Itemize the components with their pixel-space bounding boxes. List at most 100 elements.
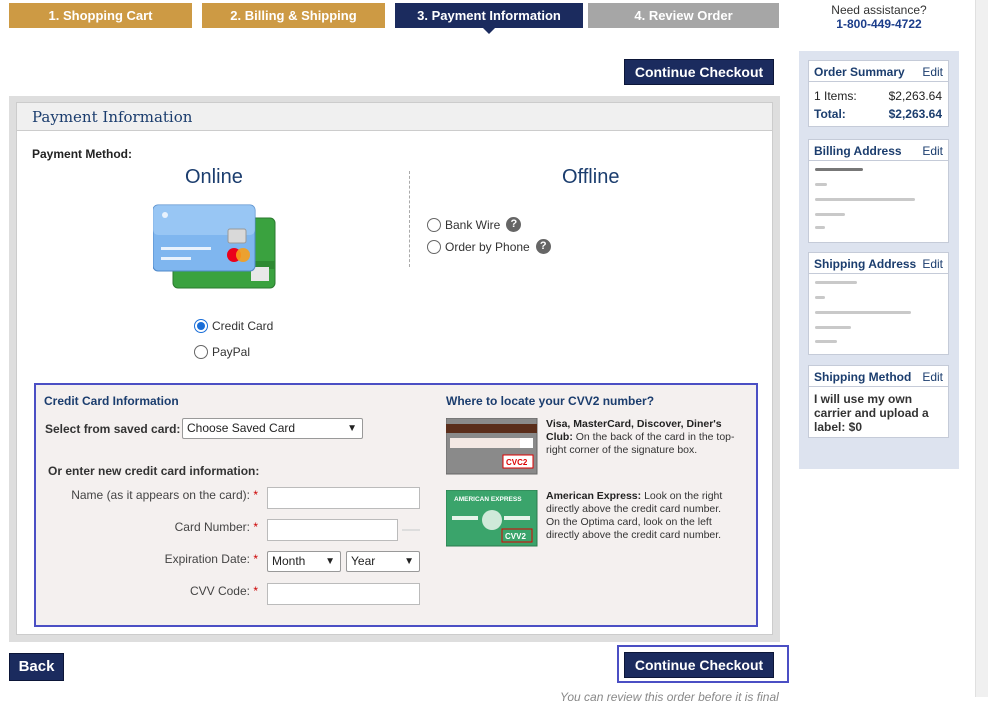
order-by-phone-label: Order by Phone <box>445 239 530 254</box>
month-value: Month <box>272 554 306 568</box>
credit-card-label: Credit Card <box>212 319 274 333</box>
shipping-address-box: Shipping Address Edit <box>808 252 949 355</box>
order-by-phone-option[interactable]: Order by Phone ? <box>427 239 551 254</box>
credit-card-info-title: Credit Card Information <box>44 394 179 408</box>
shipping-address-header: Shipping Address Edit <box>809 253 948 274</box>
shipping-method-text: I will use my own carrier and upload a l… <box>814 392 929 434</box>
active-step-arrow <box>483 28 495 34</box>
paypal-option[interactable]: PayPal <box>194 345 250 359</box>
total-label: Total: <box>814 107 846 121</box>
shipping-address-title: Shipping Address <box>814 257 917 271</box>
credit-cards-image <box>153 204 276 289</box>
payment-panel-inner: Payment Information Payment Method: Onli… <box>16 102 773 635</box>
redacted-text <box>815 311 911 314</box>
redacted-text <box>815 296 825 299</box>
assistance-info: Need assistance? 1-800-449-4722 <box>810 3 948 31</box>
items-label: 1 Items: <box>814 89 857 103</box>
column-divider <box>409 171 410 267</box>
billing-address-title: Billing Address <box>814 144 902 158</box>
billing-address-header: Billing Address Edit <box>809 140 948 161</box>
amex-card-image: AMERICAN EXPRESS CVV2 <box>446 490 538 547</box>
step-label: 1. Shopping Cart <box>48 8 153 23</box>
shipping-method-edit-link[interactable]: Edit <box>922 370 943 384</box>
panel-header: Payment Information <box>17 103 772 131</box>
redacted-text <box>815 281 857 284</box>
billing-address-edit-link[interactable]: Edit <box>922 144 943 158</box>
bank-wire-radio[interactable] <box>427 217 441 232</box>
redacted-text <box>815 198 915 201</box>
step-billing-shipping[interactable]: 2. Billing & Shipping <box>202 3 385 28</box>
help-icon[interactable]: ? <box>506 217 522 232</box>
step-label: 2. Billing & Shipping <box>230 8 357 23</box>
shipping-method-title: Shipping Method <box>814 370 912 384</box>
new-card-label: Or enter new credit card information: <box>48 464 260 478</box>
payment-panel: Payment Information Payment Method: Onli… <box>9 96 780 642</box>
redacted-text <box>815 340 837 343</box>
visa-cvv-text: Visa, MasterCard, Discover, Diner's Club… <box>546 418 735 456</box>
saved-card-select[interactable]: Choose Saved Card ▼ <box>182 418 363 439</box>
card-number-label: Card Number: * <box>174 520 258 534</box>
billing-address-box: Billing Address Edit <box>808 139 949 243</box>
footer-note: You can review this order before it is f… <box>560 690 779 704</box>
amex-brand-label: AMERICAN EXPRESS <box>454 496 522 503</box>
cvv-input[interactable] <box>267 583 420 605</box>
page-scrollbar[interactable] <box>975 0 988 697</box>
cvv-help-title: Where to locate your CVV2 number? <box>446 394 655 408</box>
paypal-radio[interactable] <box>194 345 208 359</box>
assistance-phone[interactable]: 1-800-449-4722 <box>810 17 948 31</box>
online-title: Online <box>185 166 243 188</box>
credit-card-option[interactable]: Credit Card <box>194 319 273 333</box>
name-on-card-input[interactable] <box>267 487 420 509</box>
shipping-method-header: Shipping Method Edit <box>809 366 948 387</box>
assistance-question: Need assistance? <box>831 3 927 17</box>
redacted-text <box>815 326 851 329</box>
order-summary-box: Order Summary Edit 1 Items: $2,263.64 To… <box>808 60 949 127</box>
saved-card-label: Select from saved card: <box>45 422 181 436</box>
order-summary-header: Order Summary Edit <box>809 61 948 82</box>
bank-wire-label: Bank Wire <box>445 217 501 232</box>
shipping-address-edit-link[interactable]: Edit <box>922 257 943 271</box>
expiration-year-select[interactable]: Year ▼ <box>346 551 420 572</box>
credit-card-info-box: Credit Card Information Select from save… <box>34 383 758 627</box>
step-review-order: 4. Review Order <box>588 3 779 28</box>
cvc2-label: CVC2 <box>506 458 528 467</box>
items-value: $2,263.64 <box>888 89 942 103</box>
total-value: $2,263.64 <box>888 107 942 121</box>
back-button[interactable]: Back <box>9 653 64 681</box>
shipping-method-box: Shipping Method Edit I will use my own c… <box>808 365 949 438</box>
chevron-down-icon: ▼ <box>347 423 357 434</box>
expiration-label: Expiration Date: * <box>164 552 258 566</box>
amex-cvv-text: American Express: Look on the right dire… <box>546 490 723 541</box>
name-label: Name (as it appears on the card): * <box>71 488 258 502</box>
cvv-label: CVV Code: * <box>189 584 258 598</box>
offline-title: Offline <box>562 166 620 188</box>
redacted-text <box>815 183 827 186</box>
step-label: 3. Payment Information <box>417 8 561 23</box>
payment-method-label: Payment Method: <box>32 147 133 161</box>
cvv2-label: CVV2 <box>505 532 526 541</box>
redacted-text <box>815 226 825 229</box>
chevron-down-icon: ▼ <box>404 556 414 567</box>
order-summary-title: Order Summary <box>814 65 905 79</box>
chevron-down-icon: ▼ <box>325 556 335 567</box>
expiration-month-select[interactable]: Month ▼ <box>267 551 341 572</box>
bank-wire-option[interactable]: Bank Wire ? <box>427 217 522 232</box>
continue-checkout-button-bottom[interactable]: Continue Checkout <box>624 652 774 678</box>
credit-card-radio[interactable] <box>194 319 208 333</box>
card-type-indicator <box>402 529 420 531</box>
order-sidebar: Order Summary Edit 1 Items: $2,263.64 To… <box>799 51 959 469</box>
saved-card-value: Choose Saved Card <box>187 421 296 435</box>
step-payment-information: 3. Payment Information <box>395 3 583 34</box>
card-number-input[interactable] <box>267 519 398 541</box>
order-summary-edit-link[interactable]: Edit <box>922 65 943 79</box>
panel-title: Payment Information <box>32 108 193 126</box>
step-label: 4. Review Order <box>634 8 733 23</box>
step-shopping-cart[interactable]: 1. Shopping Cart <box>9 3 192 28</box>
paypal-label: PayPal <box>212 345 251 359</box>
year-value: Year <box>351 554 376 568</box>
redacted-text <box>815 168 863 171</box>
order-by-phone-radio[interactable] <box>427 239 441 254</box>
help-icon[interactable]: ? <box>535 239 551 254</box>
visa-card-back-image: CVC2 <box>446 418 538 475</box>
continue-checkout-button-top[interactable]: Continue Checkout <box>624 59 774 85</box>
